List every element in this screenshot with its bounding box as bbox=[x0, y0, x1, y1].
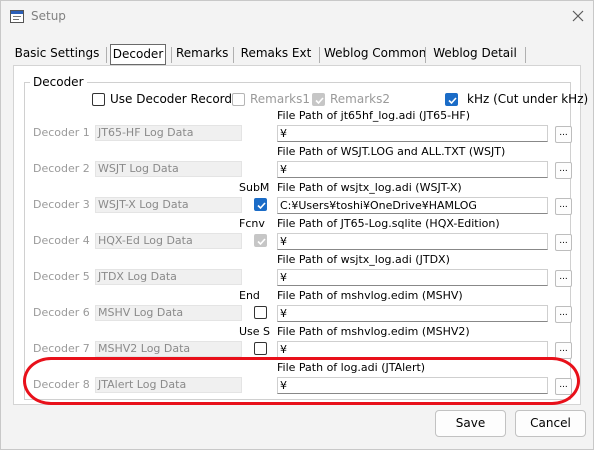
browse-button[interactable]: ... bbox=[555, 378, 572, 395]
app-icon bbox=[10, 10, 24, 23]
decoder-option-checkbox[interactable] bbox=[254, 234, 267, 247]
decoder-name-label: Decoder 3 bbox=[33, 198, 90, 211]
tab-weblog-detail[interactable]: Weblog Detail bbox=[430, 42, 520, 66]
decoder-log-name-field: JTAlert Log Data bbox=[95, 377, 242, 393]
close-icon[interactable] bbox=[567, 5, 589, 27]
decoder-option-checkbox[interactable] bbox=[254, 342, 267, 355]
file-path-input[interactable]: ¥ bbox=[277, 161, 548, 178]
decoder-name-label: Decoder 6 bbox=[33, 306, 90, 319]
remarks2-checkbox[interactable] bbox=[312, 93, 325, 106]
file-path-input[interactable]: ¥ bbox=[277, 305, 548, 322]
file-path-label: File Path of log.adi (JTAlert) bbox=[277, 361, 426, 374]
remarks2-label: Remarks2 bbox=[330, 92, 390, 106]
tab-decoder[interactable]: Decoder bbox=[110, 44, 166, 65]
decoder-name-label: Decoder 7 bbox=[33, 342, 90, 355]
file-path-label: File Path of WSJT.LOG and ALL.TXT (WSJT) bbox=[277, 145, 506, 158]
khz-checkbox[interactable] bbox=[445, 93, 458, 106]
title-bar: Setup bbox=[1, 1, 593, 33]
decoder-name-label: Decoder 2 bbox=[33, 162, 90, 175]
decoder-option-checkbox[interactable] bbox=[254, 306, 267, 319]
decoder-option-checkbox[interactable] bbox=[254, 198, 267, 211]
file-path-input[interactable]: ¥ bbox=[277, 125, 548, 142]
save-button[interactable]: Save bbox=[435, 410, 506, 437]
use-decoder-record-checkbox[interactable] bbox=[92, 93, 105, 106]
file-path-label: File Path of wsjtx_log.adi (WSJT-X) bbox=[277, 181, 462, 194]
decoder-name-label: Decoder 5 bbox=[33, 270, 90, 283]
file-path-label: File Path of wsjtx_log.adi (JTDX) bbox=[277, 253, 450, 266]
decoder-log-name-field: JT65-HF Log Data bbox=[95, 125, 242, 141]
file-path-input[interactable]: ¥ bbox=[277, 269, 548, 286]
khz-label: kHz (Cut under kHz) bbox=[467, 92, 589, 106]
decoder-log-name-field: MSHV Log Data bbox=[95, 305, 242, 321]
decoder-name-label: Decoder 4 bbox=[33, 234, 90, 247]
decoder-option-label: Fcnv bbox=[239, 217, 265, 230]
file-path-label: File Path of jt65hf_log.adi (JT65-HF) bbox=[277, 109, 471, 122]
cancel-button[interactable]: Cancel bbox=[515, 410, 586, 437]
decoder-log-name-field: WSJT Log Data bbox=[95, 161, 242, 177]
browse-button[interactable]: ... bbox=[555, 162, 572, 179]
decoder-log-name-field: HQX-Ed Log Data bbox=[95, 233, 242, 249]
decoder-log-name-field: WSJT-X Log Data bbox=[95, 197, 242, 213]
file-path-input[interactable]: C:¥Users¥toshi¥OneDrive¥HAMLOG bbox=[277, 197, 548, 214]
file-path-input[interactable]: ¥ bbox=[277, 341, 548, 358]
tab-weblog-common[interactable]: Weblog Common bbox=[324, 42, 426, 66]
file-path-input[interactable]: ¥ bbox=[277, 377, 548, 394]
tab-remaks-ext[interactable]: Remaks Ext bbox=[238, 42, 314, 66]
file-path-label: File Path of mshvlog.edim (MSHV) bbox=[277, 289, 463, 302]
file-path-label: File Path of mshvlog.edim (MSHV2) bbox=[277, 325, 470, 338]
file-path-input[interactable]: ¥ bbox=[277, 233, 548, 250]
remarks1-checkbox[interactable] bbox=[232, 93, 245, 106]
decoder-option-label: End bbox=[239, 289, 260, 302]
tab-remarks[interactable]: Remarks bbox=[176, 42, 228, 66]
decoder-name-label: Decoder 1 bbox=[33, 126, 90, 139]
browse-button[interactable]: ... bbox=[555, 306, 572, 323]
remarks1-label: Remarks1 bbox=[250, 92, 310, 106]
use-decoder-record-label: Use Decoder Record bbox=[110, 92, 233, 106]
browse-button[interactable]: ... bbox=[555, 270, 572, 287]
decoder-option-label: Use S bbox=[239, 325, 271, 338]
window-title: Setup bbox=[31, 9, 66, 23]
tab-basic-settings[interactable]: Basic Settings bbox=[13, 42, 101, 66]
browse-button[interactable]: ... bbox=[555, 126, 572, 143]
decoder-log-name-field: MSHV2 Log Data bbox=[95, 341, 242, 357]
file-path-label: File Path of JT65-Log.sqlite (HQX-Editio… bbox=[277, 217, 500, 230]
browse-button[interactable]: ... bbox=[555, 234, 572, 251]
decoder-log-name-field: JTDX Log Data bbox=[95, 269, 242, 285]
group-title: Decoder bbox=[30, 75, 87, 89]
setup-window: Setup Basic Settings Decoder Remarks Rem… bbox=[0, 0, 594, 450]
decoder-name-label: Decoder 8 bbox=[33, 378, 90, 391]
browse-button[interactable]: ... bbox=[555, 342, 572, 359]
browse-button[interactable]: ... bbox=[555, 198, 572, 215]
tab-strip: Basic Settings Decoder Remarks Remaks Ex… bbox=[13, 42, 581, 66]
decoder-option-label: SubM bbox=[239, 181, 270, 194]
